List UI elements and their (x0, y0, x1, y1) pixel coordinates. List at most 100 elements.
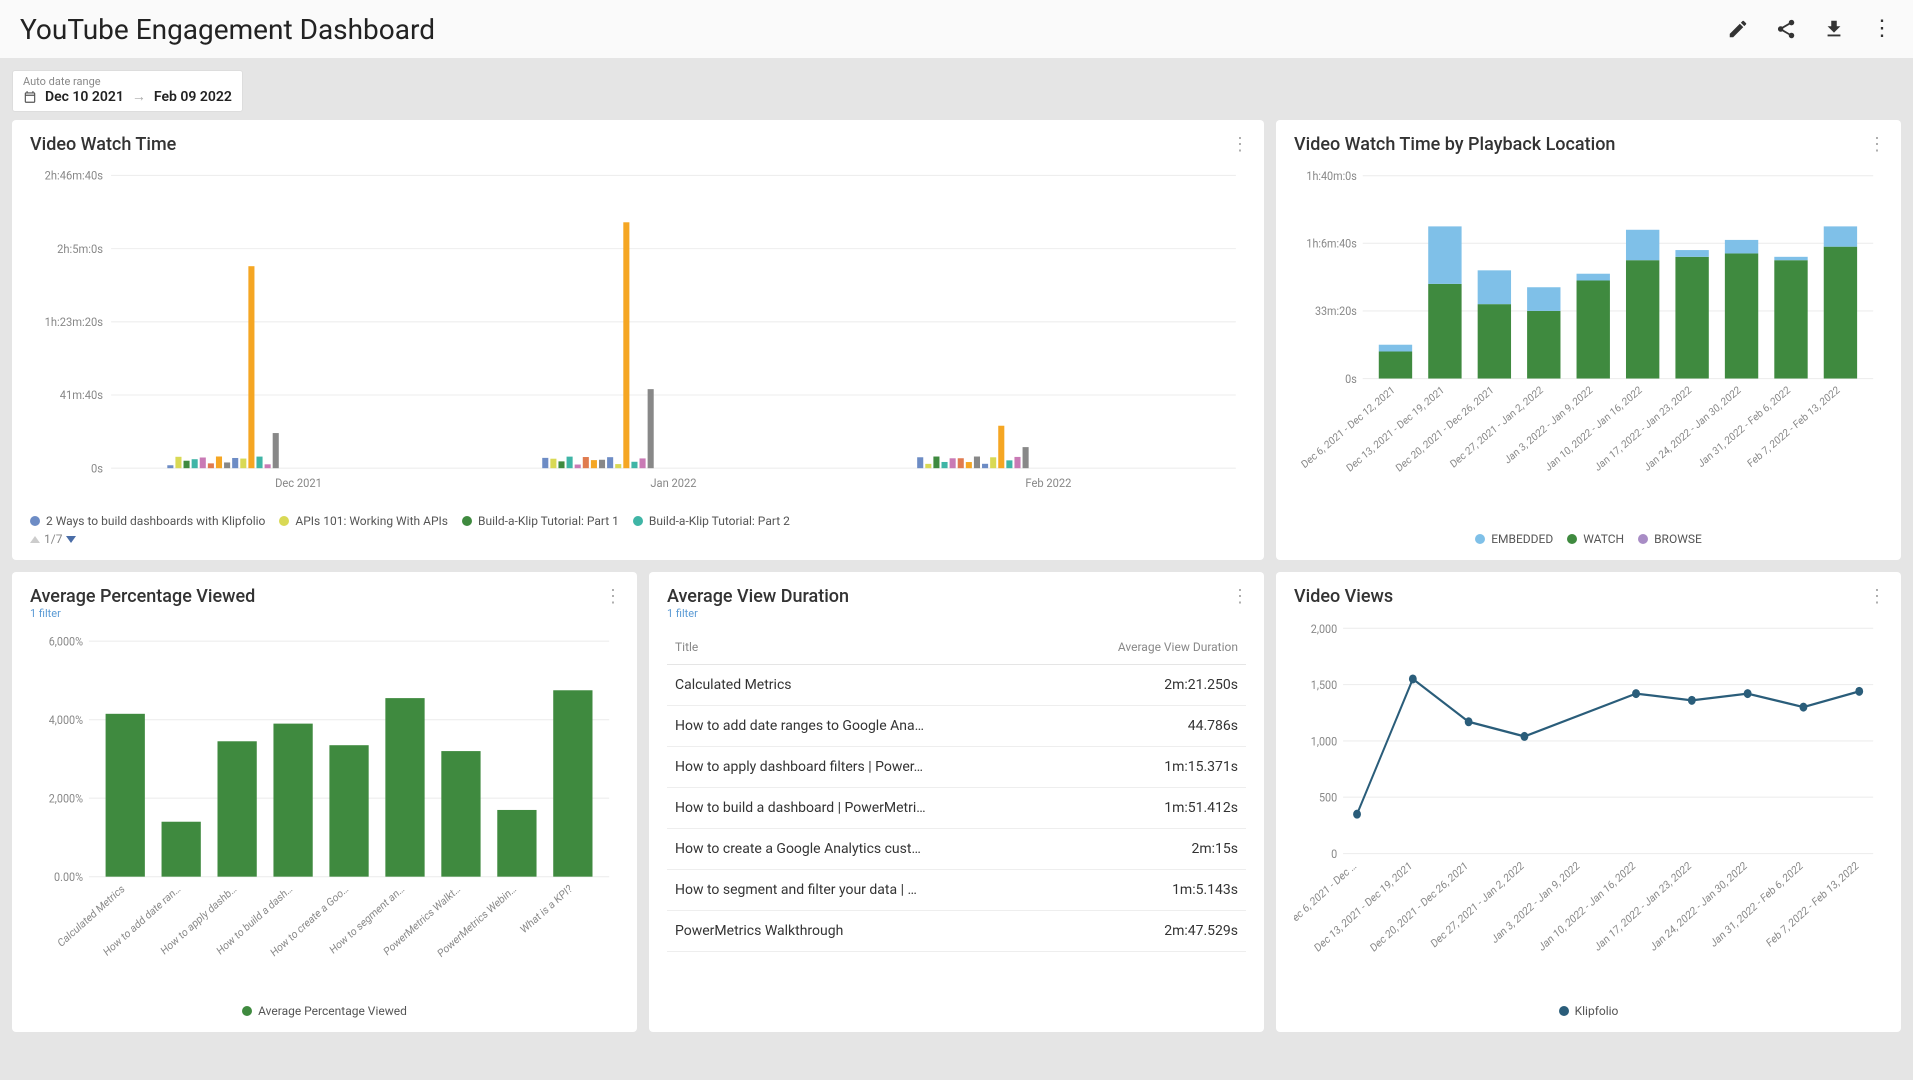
card-title: Video Views (1294, 586, 1883, 607)
filter-badge[interactable]: 1 filter (667, 607, 1246, 620)
edit-icon[interactable] (1727, 18, 1749, 40)
svg-text:2,000: 2,000 (1311, 621, 1337, 636)
svg-text:Jan 24, 2022 - Jan 30, 2022: Jan 24, 2022 - Jan 30, 2022 (1648, 859, 1750, 954)
table-row[interactable]: How to create a Google Analytics cust…2m… (667, 829, 1246, 870)
svg-text:Dec 27, 2021 - Jan 2, 2022: Dec 27, 2021 - Jan 2, 2022 (1447, 383, 1545, 471)
cell-duration: 44.786s (1050, 706, 1246, 747)
cell-duration: 1m:15.371s (1050, 747, 1246, 788)
card-avg-view-duration: Average View Duration 1 filter ⋮ Title A… (649, 572, 1264, 1032)
date-to: Feb 09 2022 (154, 89, 232, 105)
svg-text:Jan 24, 2022 - Jan 30, 2022: Jan 24, 2022 - Jan 30, 2022 (1641, 383, 1743, 474)
svg-text:What is a KPI?: What is a KPI? (518, 882, 575, 937)
cell-duration: 2m:21.250s (1050, 665, 1246, 706)
legend-item[interactable]: WATCH (1567, 532, 1624, 546)
table-row[interactable]: PowerMetrics Walkthrough2m:47.529s (667, 911, 1246, 952)
legend-label: APIs 101: Working With APIs (295, 514, 448, 528)
table-row[interactable]: Calculated Metrics2m:21.250s (667, 665, 1246, 706)
svg-text:Jan 17, 2022 - Jan 23, 2022: Jan 17, 2022 - Jan 23, 2022 (1592, 383, 1694, 474)
card-video-watch-time: Video Watch Time ⋮ 2h:46m:40s2h:5m:0s1h:… (12, 120, 1264, 560)
col-title[interactable]: Title (667, 630, 1050, 665)
legend-label: Klipfolio (1575, 1004, 1619, 1018)
cell-duration: 1m:51.412s (1050, 788, 1246, 829)
table-row[interactable]: How to apply dashboard filters | Power…1… (667, 747, 1246, 788)
svg-text:Jan 31, 2022 - Feb 6, 2022: Jan 31, 2022 - Feb 6, 2022 (1695, 383, 1793, 470)
date-range-label: Auto date range (23, 75, 232, 88)
legend-watchtime: 2 Ways to build dashboards with Klipfoli… (30, 514, 1246, 528)
svg-text:0s: 0s (91, 461, 103, 475)
svg-text:Feb 7, 2022 - Feb 13, 2022: Feb 7, 2022 - Feb 13, 2022 (1764, 859, 1861, 950)
pager-up-icon[interactable] (30, 536, 40, 543)
svg-text:0.00%: 0.00% (54, 869, 83, 884)
legend-pager: 1/7 (30, 532, 1246, 546)
svg-text:0: 0 (1331, 846, 1337, 861)
legend-item[interactable]: EMBEDDED (1475, 532, 1553, 546)
arrow-right-icon: → (132, 88, 146, 105)
swatch-icon (1475, 534, 1485, 544)
swatch-icon (633, 516, 643, 526)
legend-label: BROWSE (1654, 532, 1702, 546)
svg-text:Dec 13, 2021 - Dec 19, 2021: Dec 13, 2021 - Dec 19, 2021 (1312, 859, 1415, 955)
chart-avg-pct: 6,000%4,000%2,000%0.00%Calculated Metric… (30, 630, 619, 1000)
legend-item[interactable]: Build-a-Klip Tutorial: Part 2 (633, 514, 790, 528)
card-menu-icon[interactable]: ⋮ (1231, 134, 1248, 155)
legend-item[interactable]: APIs 101: Working With APIs (279, 514, 448, 528)
header-actions: ⋮ (1727, 18, 1893, 40)
legend-item[interactable]: 2 Ways to build dashboards with Klipfoli… (30, 514, 265, 528)
card-video-views: Video Views ⋮ 2,0001,5001,0005000Dec 6, … (1276, 572, 1901, 1032)
table-avg-duration: Title Average View Duration Calculated M… (667, 630, 1246, 952)
legend-label: WATCH (1583, 532, 1624, 546)
svg-text:41m:40s: 41m:40s (60, 388, 103, 402)
legend-label: Build-a-Klip Tutorial: Part 1 (478, 514, 619, 528)
swatch-icon (462, 516, 472, 526)
svg-text:Feb 2022: Feb 2022 (1025, 476, 1071, 490)
pager-text: 1/7 (44, 532, 62, 546)
legend-views: Klipfolio (1294, 1004, 1883, 1018)
svg-text:Dec 6, 2021 - Dec 12, 2021: Dec 6, 2021 - Dec 12, 2021 (1299, 383, 1398, 471)
cell-title: How to add date ranges to Google Ana… (667, 706, 1050, 747)
swatch-icon (279, 516, 289, 526)
card-menu-icon[interactable]: ⋮ (1868, 586, 1885, 607)
filter-badge[interactable]: 1 filter (30, 607, 619, 620)
export-icon[interactable] (1823, 18, 1845, 40)
svg-text:Dec 20, 2021 - Dec 26, 2021: Dec 20, 2021 - Dec 26, 2021 (1368, 859, 1471, 955)
table-row[interactable]: How to segment and filter your data | …1… (667, 870, 1246, 911)
pager-down-icon[interactable] (66, 536, 76, 543)
swatch-icon (242, 1006, 252, 1016)
cell-title: Calculated Metrics (667, 665, 1050, 706)
svg-text:Jan 17, 2022 - Jan 23, 2022: Jan 17, 2022 - Jan 23, 2022 (1592, 859, 1694, 954)
card-menu-icon[interactable]: ⋮ (1868, 134, 1885, 155)
cell-duration: 1m:5.143s (1050, 870, 1246, 911)
cell-title: How to build a dashboard | PowerMetri… (667, 788, 1050, 829)
cell-title: How to apply dashboard filters | Power… (667, 747, 1050, 788)
card-title: Video Watch Time (30, 134, 1246, 155)
table-row[interactable]: How to build a dashboard | PowerMetri…1m… (667, 788, 1246, 829)
svg-text:Dec 13, 2021 - Dec 19, 2021: Dec 13, 2021 - Dec 19, 2021 (1344, 383, 1447, 475)
calendar-icon (23, 90, 37, 104)
date-range-bar: Auto date range Dec 10 2021 → Feb 09 202… (0, 58, 1913, 120)
col-duration[interactable]: Average View Duration (1050, 630, 1246, 665)
swatch-icon (1638, 534, 1648, 544)
card-menu-icon[interactable]: ⋮ (604, 586, 621, 607)
card-menu-icon[interactable]: ⋮ (1231, 586, 1248, 607)
date-range-picker[interactable]: Auto date range Dec 10 2021 → Feb 09 202… (12, 70, 243, 112)
svg-text:Dec 20, 2021 - Dec 26, 2021: Dec 20, 2021 - Dec 26, 2021 (1393, 383, 1496, 475)
legend-item[interactable]: Build-a-Klip Tutorial: Part 1 (462, 514, 619, 528)
svg-text:1h:6m:40s: 1h:6m:40s (1306, 237, 1357, 251)
cell-title: PowerMetrics Walkthrough (667, 911, 1050, 952)
swatch-icon (30, 516, 40, 526)
legend-label: Build-a-Klip Tutorial: Part 2 (649, 514, 790, 528)
legend-label: 2 Ways to build dashboards with Klipfoli… (46, 514, 265, 528)
more-icon[interactable]: ⋮ (1871, 18, 1893, 40)
svg-text:1,500: 1,500 (1311, 677, 1337, 692)
table-row[interactable]: How to add date ranges to Google Ana…44.… (667, 706, 1246, 747)
date-from: Dec 10 2021 (45, 89, 124, 105)
legend-item[interactable]: BROWSE (1638, 532, 1702, 546)
svg-text:2,000%: 2,000% (49, 791, 83, 806)
legend-label: Average Percentage Viewed (258, 1004, 407, 1018)
svg-text:1,000: 1,000 (1311, 734, 1337, 749)
chart-video-views: 2,0001,5001,0005000Dec 6, 2021 - Dec …De… (1294, 617, 1883, 1000)
share-icon[interactable] (1775, 18, 1797, 40)
cell-duration: 2m:15s (1050, 829, 1246, 870)
svg-text:Dec 2021: Dec 2021 (275, 476, 322, 490)
svg-text:2h:46m:40s: 2h:46m:40s (45, 168, 103, 182)
